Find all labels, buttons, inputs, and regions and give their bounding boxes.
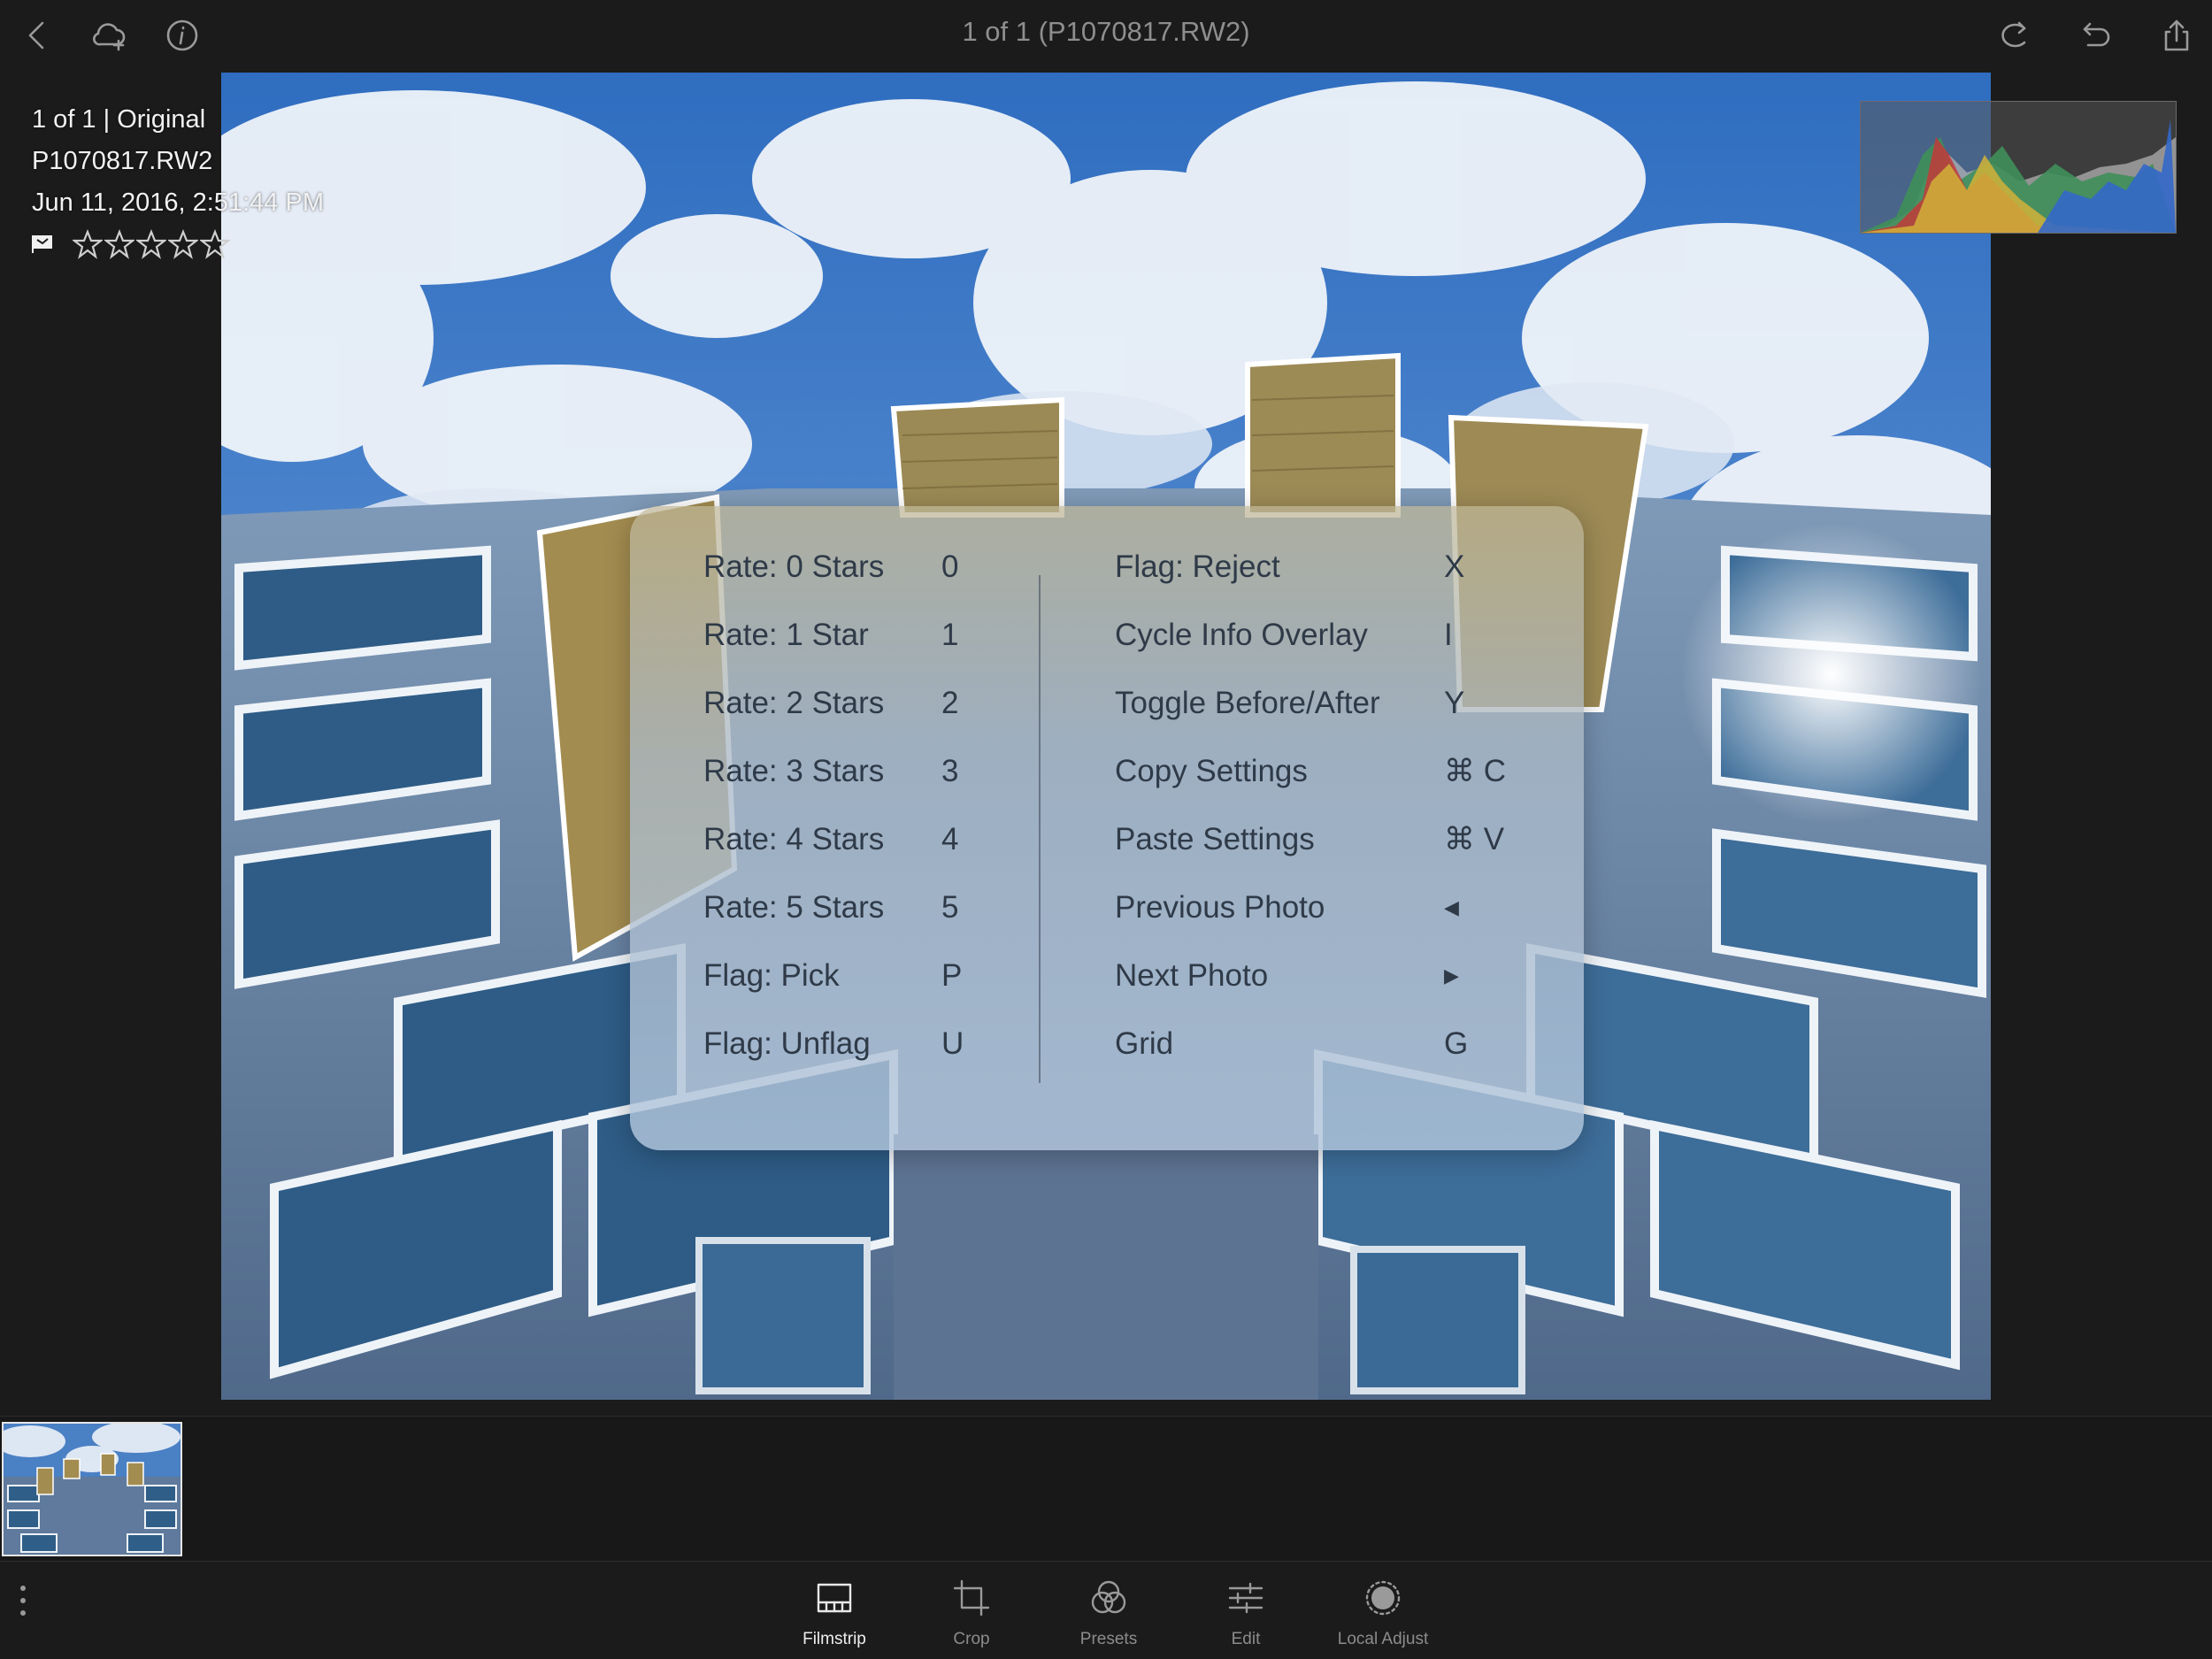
tool-local-adjust[interactable]: Local Adjust xyxy=(1317,1578,1449,1649)
tool-label: Presets xyxy=(1079,1630,1138,1648)
tool-label: Filmstrip xyxy=(803,1630,866,1648)
shortcut-label: Flag: Reject xyxy=(1115,549,1280,584)
filmstrip-icon xyxy=(817,1583,852,1613)
shortcut-row: Paste Settings ⌘ V xyxy=(630,805,1584,873)
sliders-icon xyxy=(1228,1582,1263,1614)
tool-filmstrip[interactable]: Filmstrip xyxy=(768,1578,901,1649)
more-options-icon[interactable] xyxy=(12,1581,34,1620)
shortcut-key: ◀ xyxy=(1444,895,1459,918)
tool-presets[interactable]: Presets xyxy=(1042,1578,1175,1649)
rating-row xyxy=(32,229,324,259)
flag-icon[interactable] xyxy=(32,234,55,254)
shortcut-row: Cycle Info Overlay I xyxy=(630,601,1584,669)
redo-icon[interactable] xyxy=(1991,12,2037,58)
tool-label: Edit xyxy=(1231,1630,1261,1648)
shortcut-label: Paste Settings xyxy=(1115,821,1315,856)
presets-icon xyxy=(1091,1580,1126,1614)
histogram-graph xyxy=(1861,119,2176,233)
tool-crop[interactable]: Crop xyxy=(905,1578,1038,1649)
shortcut-label: Toggle Before/After xyxy=(1115,685,1380,720)
histogram[interactable] xyxy=(1860,101,2177,234)
tool-edit[interactable]: Edit xyxy=(1179,1578,1312,1649)
star-icon[interactable] xyxy=(198,229,232,259)
filmstrip xyxy=(0,1416,2212,1562)
shortcut-label: Cycle Info Overlay xyxy=(1115,617,1368,652)
thumbnail-image xyxy=(4,1424,180,1555)
shortcut-row: Toggle Before/After Y xyxy=(630,669,1584,737)
tool-label: Local Adjust xyxy=(1337,1630,1429,1648)
crop-icon xyxy=(953,1579,990,1617)
shortcut-key: ⌘ C xyxy=(1444,753,1506,788)
star-icon[interactable] xyxy=(166,229,200,259)
keyboard-shortcuts-panel: Rate: 0 Stars 0 Rate: 1 Star 1 Rate: 2 Stars… xyxy=(630,506,1584,1150)
photo-position: 1 of 1 | Original xyxy=(32,105,206,134)
shortcut-label: Previous Photo xyxy=(1115,889,1325,925)
info-overlay: 1 of 1 | Original P1070817.RW2 Jun 11, 2… xyxy=(32,99,324,259)
shortcut-row: Previous Photo ◀ xyxy=(630,873,1584,941)
shortcut-key: Y xyxy=(1444,685,1465,720)
share-icon[interactable] xyxy=(2154,12,2200,58)
local-adjust-icon xyxy=(1365,1580,1401,1616)
shortcut-row: Next Photo ▶ xyxy=(630,941,1584,1010)
shortcut-label: Copy Settings xyxy=(1115,753,1308,788)
bottom-toolbar: Filmstrip Crop Presets Edit Local Adjust xyxy=(0,1561,2212,1659)
page-title: 1 of 1 (P1070817.RW2) xyxy=(962,16,1250,47)
shortcut-row: Grid G xyxy=(630,1010,1584,1078)
tool-label: Crop xyxy=(953,1630,990,1648)
shortcut-row: Flag: Reject X xyxy=(630,533,1584,601)
shortcut-row: Copy Settings ⌘ C xyxy=(630,737,1584,805)
shortcut-key: X xyxy=(1444,549,1465,584)
star-icon[interactable] xyxy=(134,229,168,259)
shortcut-key: ▶ xyxy=(1444,964,1459,987)
star-icon[interactable] xyxy=(71,229,104,259)
shortcut-key: G xyxy=(1444,1025,1469,1061)
shortcut-label: Grid xyxy=(1115,1025,1174,1061)
star-rating[interactable] xyxy=(71,229,232,259)
top-bar: 1 of 1 (P1070817.RW2) xyxy=(0,0,2212,71)
shortcut-label: Next Photo xyxy=(1115,957,1269,993)
shortcut-key: I xyxy=(1444,617,1453,652)
photo-datetime: Jun 11, 2016, 2:51:44 PM xyxy=(32,188,324,217)
star-icon[interactable] xyxy=(103,229,136,259)
shortcut-key: ⌘ V xyxy=(1444,821,1505,856)
filmstrip-thumbnail[interactable] xyxy=(2,1422,182,1556)
photo-filename: P1070817.RW2 xyxy=(32,147,213,175)
undo-icon[interactable] xyxy=(2072,12,2118,58)
